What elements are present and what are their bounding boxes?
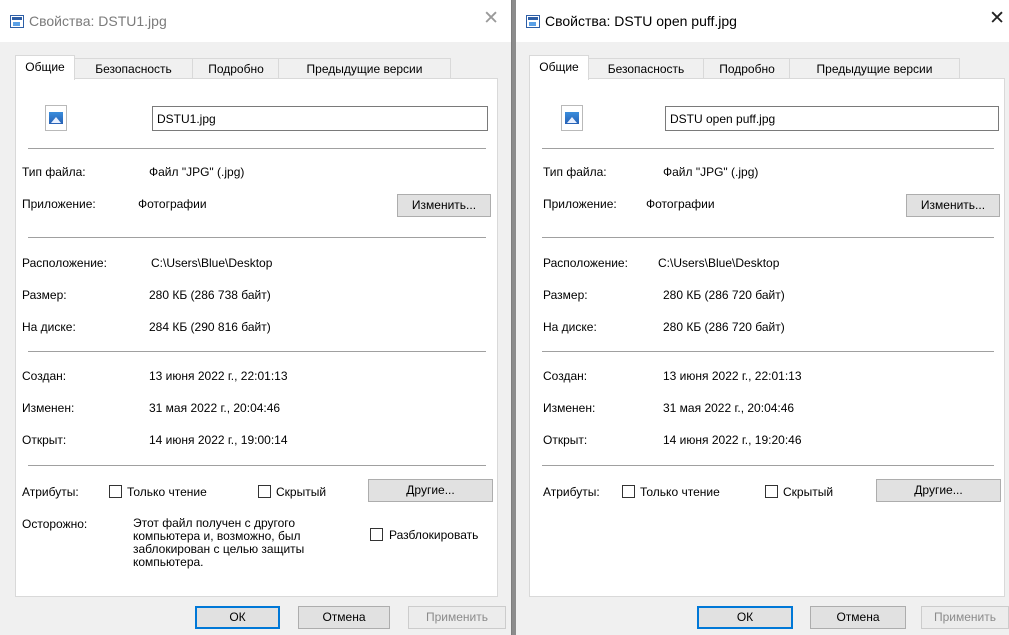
title-bar: Свойства: DSTU open puff.jpg ✕ [516,0,1009,42]
cancel-button[interactable]: Отмена [810,606,906,629]
size-on-disk-value: 284 КБ (290 816 байт) [149,320,271,334]
app-icon [10,15,24,28]
separator [542,351,994,352]
tab-general[interactable]: Общие [15,55,75,80]
readonly-checkbox[interactable] [622,485,635,498]
size-on-disk-label: На диске: [543,320,597,334]
location-label: Расположение: [543,256,628,270]
image-file-icon [42,103,68,133]
separator [28,465,486,466]
size-value: 280 КБ (286 738 байт) [149,288,271,302]
image-file-icon [558,103,584,133]
unblock-checkbox[interactable] [370,528,383,541]
title-bar: Свойства: DSTU1.jpg ✕ [0,0,511,42]
modified-label: Изменен: [22,401,75,415]
separator [28,237,486,238]
tab-security[interactable]: Безопасность [73,58,194,79]
application-value: Фотографии [646,197,715,211]
created-value: 13 июня 2022 г., 22:01:13 [149,369,288,383]
opened-label: Открыт: [22,433,67,447]
properties-dialog-dstu-open-puff: Свойства: DSTU open puff.jpg ✕ Общие Без… [516,0,1009,635]
modified-value: 31 мая 2022 г., 20:04:46 [663,401,795,415]
warning-label: Осторожно: [22,517,88,531]
file-type-label: Тип файла: [543,165,607,179]
hidden-checkbox[interactable] [765,485,778,498]
size-on-disk-value: 280 КБ (286 720 байт) [663,320,785,334]
tab-details[interactable]: Подробно [192,58,280,79]
modified-value: 31 мая 2022 г., 20:04:46 [149,401,281,415]
separator [542,237,994,238]
attributes-label: Атрибуты: [22,485,79,499]
attributes-label: Атрибуты: [543,485,600,499]
hidden-label[interactable]: Скрытый [783,485,833,499]
window-title: Свойства: DSTU1.jpg [29,13,167,29]
filename-field[interactable]: DSTU open puff.jpg [665,106,999,131]
general-panel: DSTU1.jpg Тип файла: Файл "JPG" (.jpg) П… [15,78,498,597]
location-value: C:\Users\Blue\Desktop [658,256,780,270]
tab-previous-versions[interactable]: Предыдущие версии [278,58,451,79]
separator [28,351,486,352]
application-label: Приложение: [543,197,617,211]
filename-field[interactable]: DSTU1.jpg [152,106,488,131]
file-type-value: Файл "JPG" (.jpg) [149,165,245,179]
opened-value: 14 июня 2022 г., 19:00:14 [149,433,288,447]
change-button[interactable]: Изменить... [397,194,491,217]
close-icon[interactable]: ✕ [989,9,1005,29]
close-icon[interactable]: ✕ [483,9,499,29]
ok-button[interactable]: ОК [195,606,280,629]
separator [28,148,486,149]
hidden-checkbox[interactable] [258,485,271,498]
opened-value: 14 июня 2022 г., 19:20:46 [663,433,802,447]
other-attributes-button[interactable]: Другие... [368,479,493,502]
size-label: Размер: [543,288,588,302]
file-type-label: Тип файла: [22,165,86,179]
app-icon [526,15,540,28]
tab-details[interactable]: Подробно [703,58,791,79]
security-warning-text: Этот файл получен с другого компьютера и… [133,516,305,569]
location-label: Расположение: [22,256,107,270]
readonly-label[interactable]: Только чтение [640,485,720,499]
created-label: Создан: [22,369,67,383]
separator [542,148,994,149]
opened-label: Открыт: [543,433,588,447]
created-label: Создан: [543,369,588,383]
size-value: 280 КБ (286 720 байт) [663,288,785,302]
size-on-disk-label: На диске: [22,320,76,334]
tab-general[interactable]: Общие [529,55,589,80]
cancel-button[interactable]: Отмена [298,606,390,629]
readonly-checkbox[interactable] [109,485,122,498]
hidden-label[interactable]: Скрытый [276,485,326,499]
general-panel: DSTU open puff.jpg Тип файла: Файл "JPG"… [529,78,1005,597]
properties-dialog-dstu1: Свойства: DSTU1.jpg ✕ Общие Безопасность… [0,0,512,635]
change-button[interactable]: Изменить... [906,194,1000,217]
readonly-label[interactable]: Только чтение [127,485,207,499]
location-value: C:\Users\Blue\Desktop [151,256,273,270]
size-label: Размер: [22,288,67,302]
window-title: Свойства: DSTU open puff.jpg [545,13,737,29]
created-value: 13 июня 2022 г., 22:01:13 [663,369,802,383]
modified-label: Изменен: [543,401,596,415]
ok-button[interactable]: ОК [697,606,793,629]
other-attributes-button[interactable]: Другие... [876,479,1001,502]
apply-button[interactable]: Применить [921,606,1009,629]
tab-previous-versions[interactable]: Предыдущие версии [789,58,960,79]
apply-button[interactable]: Применить [408,606,506,629]
tab-security[interactable]: Безопасность [587,58,705,79]
application-value: Фотографии [138,197,207,211]
file-type-value: Файл "JPG" (.jpg) [663,165,759,179]
unblock-label[interactable]: Разблокировать [389,528,495,542]
application-label: Приложение: [22,197,96,211]
separator [542,465,994,466]
